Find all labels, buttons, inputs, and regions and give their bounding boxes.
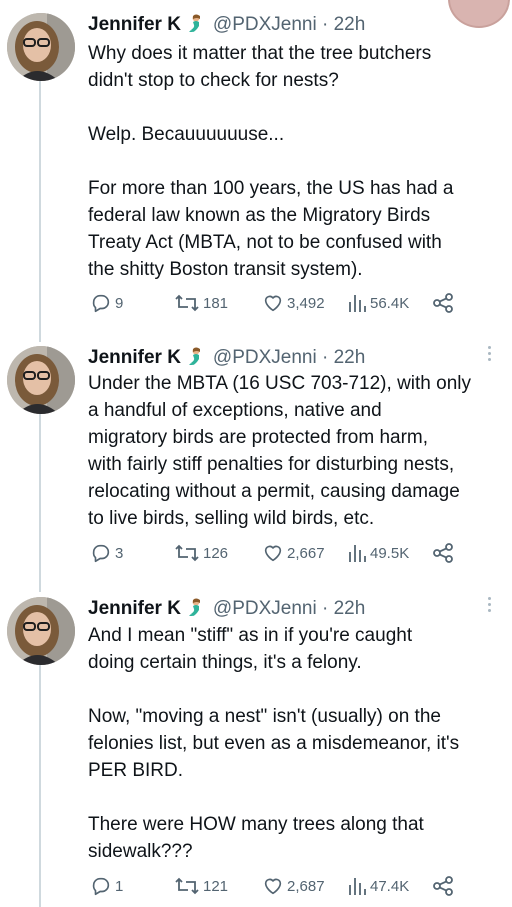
views-button[interactable]: 49.5K <box>347 542 409 564</box>
like-button[interactable]: 2,687 <box>262 875 325 897</box>
reply-button[interactable]: 1 <box>90 875 123 897</box>
retweet-count: 126 <box>203 544 229 562</box>
heart-icon <box>264 878 282 895</box>
reply-count: 1 <box>115 877 124 895</box>
avatar[interactable] <box>7 13 75 81</box>
timestamp[interactable]: 22h <box>334 14 366 35</box>
reply-count: 3 <box>115 544 124 562</box>
username[interactable]: @PDXJenni <box>213 347 317 368</box>
tweet-header: Jennifer K @PDXJenni · 22h <box>88 13 365 36</box>
views-button[interactable]: 56.4K <box>347 292 409 314</box>
mermaid-emoji-icon <box>187 13 207 33</box>
tweet-actions: 3 126 2,667 49.5K <box>88 542 468 566</box>
thread-line <box>39 665 41 907</box>
views-count: 49.5K <box>370 544 410 562</box>
mermaid-emoji-icon <box>187 346 207 366</box>
heart-icon <box>264 545 282 562</box>
timestamp[interactable]: 22h <box>334 347 366 368</box>
like-count: 3,492 <box>287 294 325 312</box>
more-options-icon[interactable] <box>488 346 494 364</box>
retweet-count: 121 <box>203 877 229 895</box>
reply-icon <box>92 544 110 563</box>
like-count: 2,687 <box>287 877 325 895</box>
display-name[interactable]: Jennifer K <box>88 598 181 619</box>
tweet-actions: 9 181 3,492 56.4K <box>88 292 468 316</box>
retweet-button[interactable]: 121 <box>174 875 228 897</box>
share-icon <box>433 876 453 896</box>
retweet-icon <box>175 877 199 895</box>
retweet-button[interactable]: 126 <box>174 542 228 564</box>
tweet[interactable]: Jennifer K @PDXJenni · 22h And I mean "st… <box>0 0 512 896</box>
reply-icon <box>92 294 110 313</box>
mermaid-emoji-icon <box>187 597 207 617</box>
views-button[interactable]: 47.4K <box>347 875 409 897</box>
views-count: 47.4K <box>370 877 410 895</box>
tweet-text: And I mean "stiff" as in if you're caugh… <box>88 625 460 862</box>
like-button[interactable]: 3,492 <box>262 292 325 314</box>
username[interactable]: @PDXJenni <box>213 598 317 619</box>
display-name[interactable]: Jennifer K <box>88 347 181 368</box>
heart-icon <box>264 295 282 312</box>
share-button[interactable] <box>432 875 454 897</box>
avatar[interactable] <box>7 597 75 665</box>
tweet[interactable]: Jennifer K @PDXJenni · 22h Why does it ma… <box>0 0 512 330</box>
retweet-button[interactable]: 181 <box>174 292 228 314</box>
retweet-icon <box>175 294 199 312</box>
reply-button[interactable]: 9 <box>90 292 123 314</box>
share-icon <box>433 293 453 313</box>
separator-dot: · <box>321 347 329 368</box>
views-icon <box>349 295 366 312</box>
reply-button[interactable]: 3 <box>90 542 123 564</box>
views-icon <box>349 545 366 562</box>
share-button[interactable] <box>432 292 454 314</box>
like-count: 2,667 <box>287 544 325 562</box>
timestamp[interactable]: 22h <box>334 598 366 619</box>
avatar[interactable] <box>7 346 75 414</box>
retweet-count: 181 <box>203 294 229 312</box>
tweet-header: Jennifer K @PDXJenni · 22h <box>88 346 365 369</box>
retweet-icon <box>175 544 199 562</box>
reply-icon <box>92 877 110 896</box>
share-icon <box>433 543 453 563</box>
tweet-text: Under the MBTA (16 USC 703-712), with on… <box>88 373 471 529</box>
separator-dot: · <box>321 598 329 619</box>
views-count: 56.4K <box>370 294 410 312</box>
display-name[interactable]: Jennifer K <box>88 14 181 35</box>
thread-line <box>39 414 41 592</box>
separator-dot: · <box>321 14 329 35</box>
views-icon <box>349 878 366 895</box>
username[interactable]: @PDXJenni <box>213 14 317 35</box>
like-button[interactable]: 2,667 <box>262 542 325 564</box>
more-options-icon[interactable] <box>488 597 494 615</box>
tweet-text: Why does it matter that the tree butcher… <box>88 43 454 280</box>
tweet-actions: 1 121 2,687 47.4K <box>88 875 468 899</box>
reply-count: 9 <box>115 294 124 312</box>
tweet-header: Jennifer K @PDXJenni · 22h <box>88 597 365 620</box>
share-button[interactable] <box>432 542 454 564</box>
